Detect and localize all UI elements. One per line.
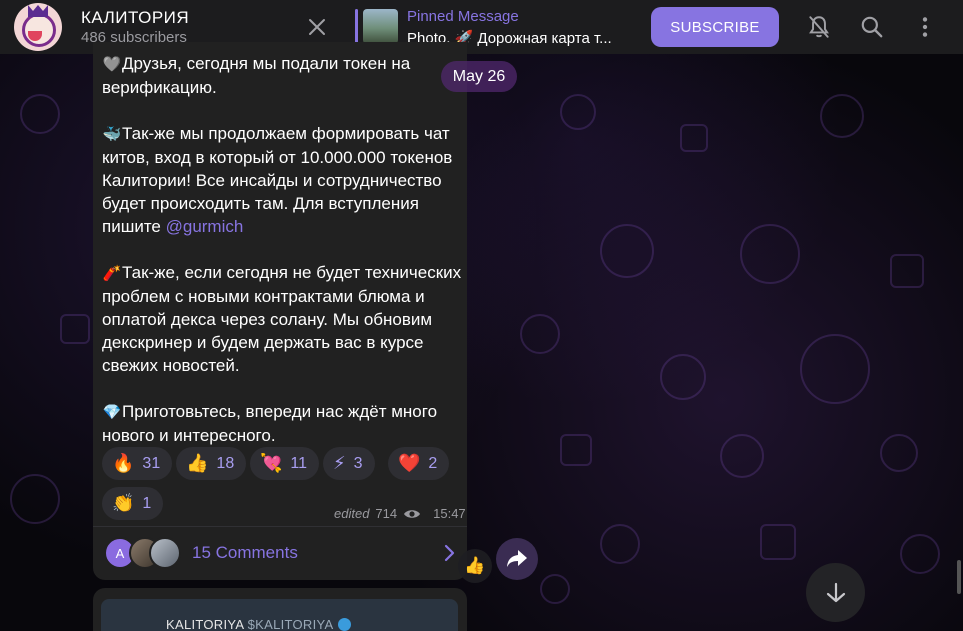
comments-label[interactable]: 15 Comments — [192, 543, 298, 563]
message-paragraph-3: Так-же, если сегодня не будет технически… — [102, 263, 462, 375]
thumbs-up-icon: 👍 — [186, 453, 209, 473]
arrow-down-icon — [826, 582, 845, 602]
more-vertical-icon[interactable] — [912, 14, 938, 40]
heart-emoji-icon: 🩶 — [102, 56, 122, 73]
reaction-heart-arrow[interactable]: 💘 11 — [250, 447, 320, 480]
reaction-count: 18 — [216, 454, 235, 472]
reaction-heart[interactable]: ❤️ 2 — [388, 447, 450, 480]
reaction-count: 3 — [353, 454, 363, 472]
verified-icon — [337, 618, 351, 631]
comments-button[interactable]: A 15 Comments — [93, 527, 467, 579]
reaction-clap[interactable]: 👏 1 — [102, 487, 164, 520]
reaction-count: 11 — [290, 454, 308, 472]
lightning-icon: ⚡ — [333, 453, 346, 473]
clap-icon: 👏 — [112, 493, 135, 513]
quick-reaction-button[interactable]: 👍 — [458, 549, 492, 583]
eye-icon — [404, 509, 421, 518]
reaction-count: 1 — [142, 494, 152, 512]
close-icon[interactable] — [305, 15, 329, 39]
reaction-count: 2 — [428, 454, 438, 472]
pinned-indicator — [355, 9, 358, 44]
pinned-thumbnail[interactable] — [363, 9, 398, 44]
search-icon[interactable] — [859, 14, 885, 40]
subscribe-button[interactable]: SUBSCRIBE — [651, 7, 779, 47]
reaction-count: 31 — [142, 454, 161, 472]
thumbs-up-icon: 👍 — [464, 556, 486, 575]
reaction-lightning[interactable]: ⚡ 3 — [323, 447, 375, 480]
message-meta: edited 714 15:47 — [334, 506, 466, 521]
gem-emoji-icon: 💎 — [102, 404, 122, 421]
fire-icon: 🔥 — [112, 453, 135, 473]
message-time: 15:47 — [433, 506, 466, 521]
share-arrow-icon — [507, 550, 527, 567]
message-paragraph-1: Друзья, сегодня мы подали токен на вериф… — [102, 54, 411, 97]
message-paragraph-4: Приготовьтесь, впереди нас ждёт много но… — [102, 402, 438, 445]
firecracker-emoji-icon: 🧨 — [102, 265, 122, 282]
message-text: 🩶Друзья, сегодня мы подали токен на вери… — [102, 52, 464, 447]
share-button[interactable] — [496, 538, 538, 580]
pinned-label[interactable]: Pinned Message — [407, 8, 519, 25]
commenter-avatar — [149, 537, 181, 569]
mute-bell-icon[interactable] — [806, 14, 832, 40]
reaction-thumbs-up[interactable]: 👍 18 — [176, 447, 247, 480]
channel-avatar[interactable] — [14, 3, 62, 51]
scroll-to-bottom-button[interactable] — [806, 563, 865, 622]
heart-arrow-icon: 💘 — [260, 453, 283, 473]
mention-link[interactable]: @gurmich — [166, 217, 244, 236]
channel-title[interactable]: КАЛИТОРИЯ — [81, 8, 189, 28]
reaction-fire[interactable]: 🔥 31 — [102, 447, 173, 480]
edited-label: edited — [334, 506, 370, 521]
whale-emoji-icon: 🐳 — [102, 126, 122, 143]
scrollbar[interactable] — [957, 560, 961, 594]
chevron-right-icon — [444, 544, 455, 562]
message-paragraph-2: Так-же мы продолжаем формировать чат кит… — [102, 124, 453, 236]
next-message-title: KALITORIYA $KALITORIYA — [166, 617, 351, 631]
heart-icon: ❤️ — [398, 453, 421, 473]
view-count: 714 — [375, 506, 398, 521]
